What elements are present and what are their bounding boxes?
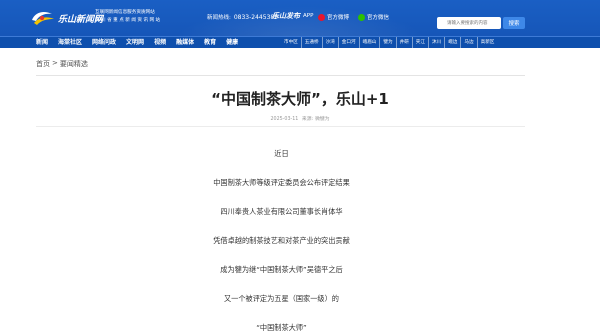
search-button[interactable]: 搜索 xyxy=(503,17,525,29)
article-paragraph: 中国制茶大师等级评定委员会公布评定结果 xyxy=(213,178,350,187)
article-paragraph: 四川奉贵人茶业有限公司董事长肖体华 xyxy=(220,207,343,216)
nav-item-video[interactable]: 视频 xyxy=(154,37,166,49)
site-slogan: 互联网新闻信息服务资质网站 四 川 省 重 点 新 闻 资 讯 网 站 xyxy=(95,9,160,25)
source-label: 来源: xyxy=(301,117,314,122)
area-item[interactable]: 市中区 xyxy=(281,37,301,49)
area-item[interactable]: 沙湾 xyxy=(321,37,338,49)
weixin-label: 官方微信 xyxy=(367,15,390,21)
weibo-label: 官方微博 xyxy=(327,15,350,21)
slogan-line-1: 互联网新闻信息服务资质网站 xyxy=(95,10,155,15)
article-paragraph: “中国制茶大师” xyxy=(256,323,307,332)
news-hotline: 新闻热线: 0833-2445385 xyxy=(207,13,278,22)
site-logo[interactable]: 乐山新闻网 xyxy=(30,6,103,30)
weibo-link[interactable]: 官方微博 xyxy=(318,13,349,21)
article-meta: 2025-03-11 来源: 微犍为 xyxy=(0,115,600,122)
logo-mark-icon xyxy=(30,8,56,28)
nav-item-civilization[interactable]: 文明网 xyxy=(126,37,144,49)
article-date: 2025-03-11 xyxy=(270,117,299,122)
weibo-icon xyxy=(318,13,325,21)
nav-item-health[interactable]: 健康 xyxy=(226,37,238,49)
article-source: 微犍为 xyxy=(315,117,330,122)
area-nav: 市中区 五通桥 沙湾 金口河 峨眉山 犍为 井研 夹江 沐川 峨边 马边 高新区 xyxy=(281,37,497,49)
area-item[interactable]: 犍为 xyxy=(379,37,395,49)
area-item[interactable]: 峨眉山 xyxy=(358,37,380,49)
area-item[interactable]: 沐川 xyxy=(428,37,444,49)
nav-item-inquiry[interactable]: 网络问政 xyxy=(92,37,116,49)
article-paragraph: 又一个被评定为五星（国家一级）的 xyxy=(223,294,339,303)
area-item[interactable]: 高新区 xyxy=(476,37,498,49)
slogan-line-2: 四 川 省 重 点 新 闻 资 讯 网 站 xyxy=(95,18,161,23)
area-item[interactable]: 夹江 xyxy=(411,37,428,49)
area-item[interactable]: 井研 xyxy=(395,37,412,49)
search-input[interactable] xyxy=(437,17,501,29)
area-item[interactable]: 金口河 xyxy=(337,37,359,49)
app-script-logo: 乐山发布 xyxy=(272,11,300,20)
breadcrumb-home[interactable]: 首页 xyxy=(36,59,50,69)
site-header: 乐山新闻网 互联网新闻信息服务资质网站 四 川 省 重 点 新 闻 资 讯 网 … xyxy=(0,0,600,36)
article-paragraph: 成为犍为继“中国制茶大师”吴德平之后 xyxy=(220,265,343,274)
area-item[interactable]: 五通桥 xyxy=(300,37,322,49)
breadcrumb-section[interactable]: 要闻精选 xyxy=(60,59,88,69)
article-paragraph: 近日 xyxy=(274,149,289,158)
app-link[interactable]: 乐山发布 APP xyxy=(272,11,313,21)
breadcrumb: 首页 > 要闻精选 xyxy=(36,59,88,69)
weixin-icon xyxy=(358,13,365,21)
main-nav: 新闻 海棠社区 网络问政 文明网 视频 融媒体 教育 健康 xyxy=(36,37,248,49)
area-item[interactable]: 马边 xyxy=(460,37,476,49)
hotline-label: 新闻热线: xyxy=(207,15,231,21)
nav-item-education[interactable]: 教育 xyxy=(204,37,216,49)
nav-item-community[interactable]: 海棠社区 xyxy=(58,37,82,49)
area-item[interactable]: 峨边 xyxy=(444,37,460,49)
nav-item-media[interactable]: 融媒体 xyxy=(176,37,194,49)
breadcrumb-divider xyxy=(36,75,525,76)
article-title: “中国制茶大师”，乐山+1 xyxy=(211,90,389,108)
meta-divider xyxy=(36,126,525,127)
article-paragraph: 凭借卓越的制茶技艺和对茶产业的突出贡献 xyxy=(213,236,350,245)
main-nav-bar: 新闻 海棠社区 网络问政 文明网 视频 融媒体 教育 健康 市中区 五通桥 沙湾… xyxy=(0,36,600,49)
app-label: APP xyxy=(303,13,314,19)
breadcrumb-separator: > xyxy=(52,59,58,67)
nav-item-news[interactable]: 新闻 xyxy=(36,37,48,49)
weixin-link[interactable]: 官方微信 xyxy=(358,13,389,21)
